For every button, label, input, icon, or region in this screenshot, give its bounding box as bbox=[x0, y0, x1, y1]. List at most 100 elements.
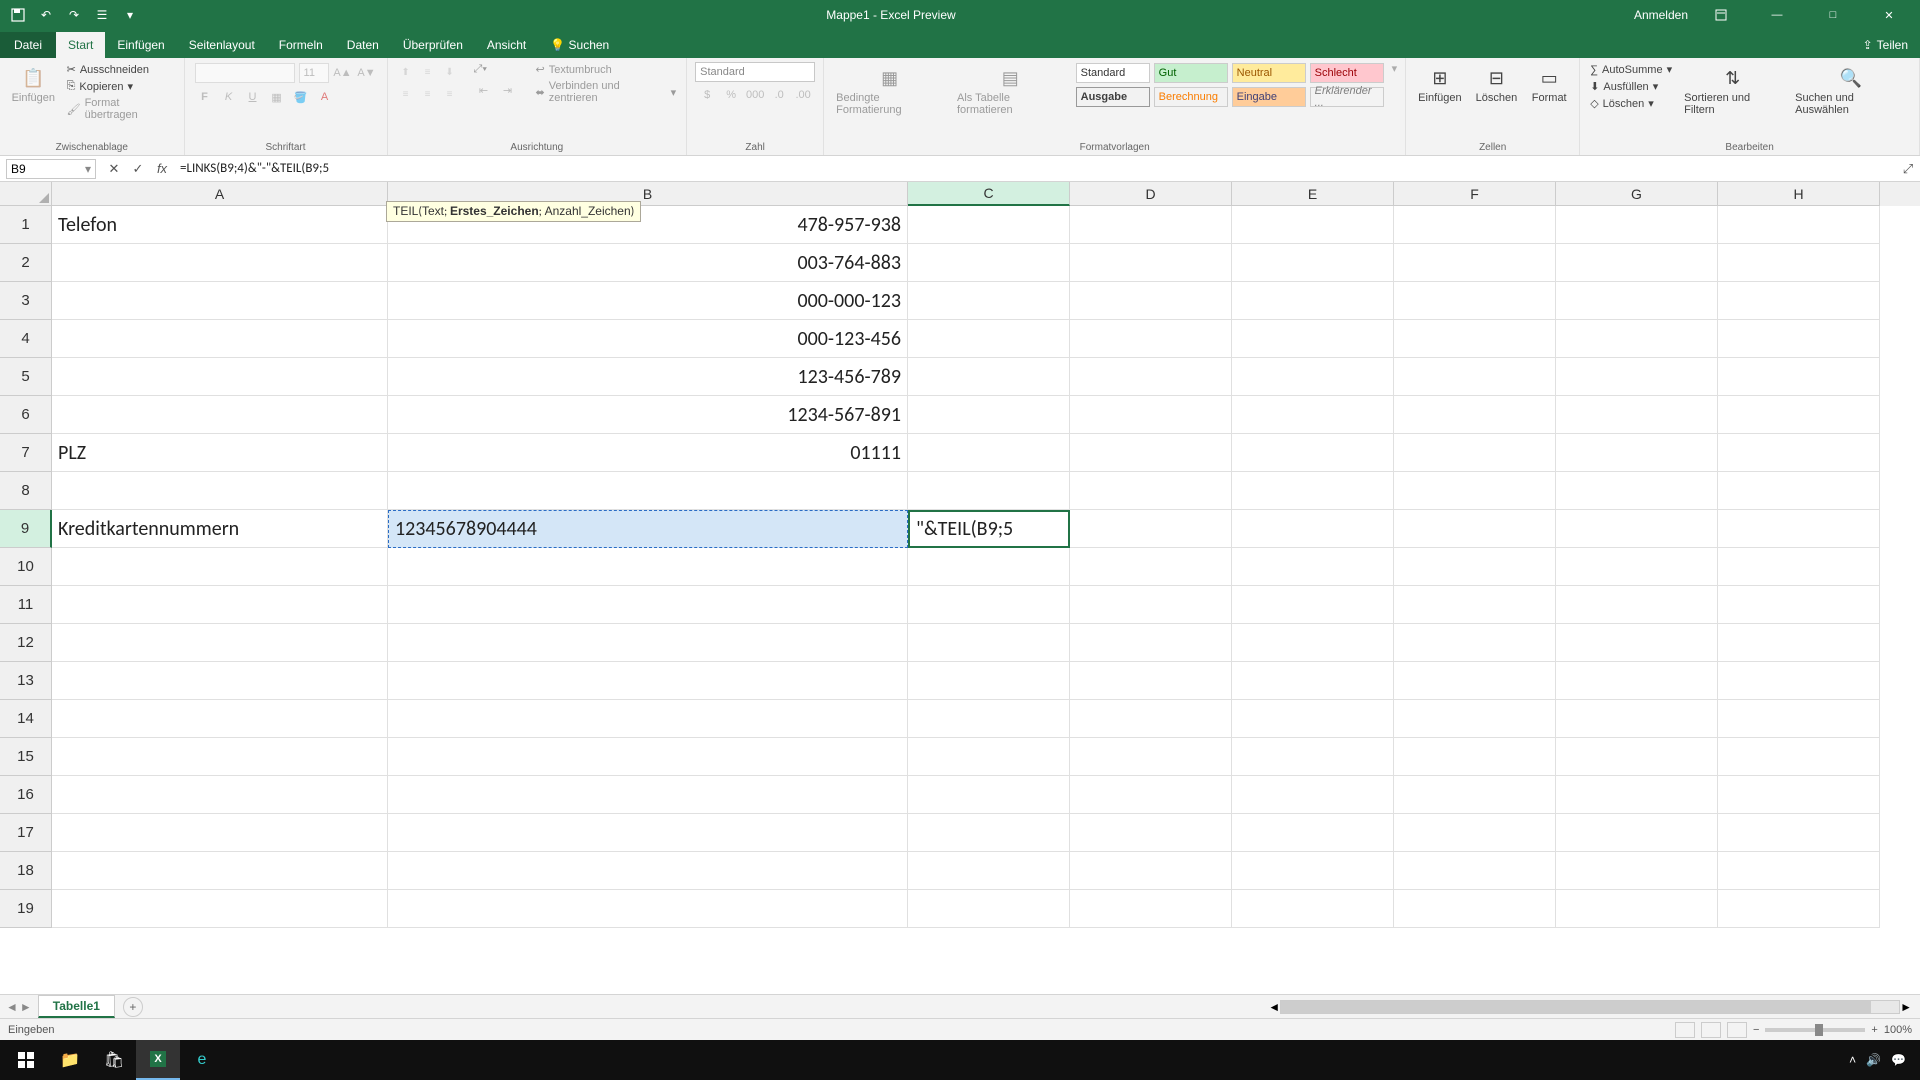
cell-D8[interactable] bbox=[1070, 472, 1232, 510]
cell-G2[interactable] bbox=[1556, 244, 1718, 282]
formula-input[interactable]: =LINKS(B9;4)&"-"&TEIL(B9;5 bbox=[174, 161, 1896, 176]
cell-C5[interactable] bbox=[908, 358, 1070, 396]
cell-G3[interactable] bbox=[1556, 282, 1718, 320]
cell-D16[interactable] bbox=[1070, 776, 1232, 814]
cell-H8[interactable] bbox=[1718, 472, 1880, 510]
cell-D3[interactable] bbox=[1070, 282, 1232, 320]
wrap-text-button[interactable]: ↩Textumbruch bbox=[534, 62, 679, 77]
cell-B17[interactable] bbox=[388, 814, 908, 852]
cell-D13[interactable] bbox=[1070, 662, 1232, 700]
fx-button[interactable]: fx bbox=[150, 157, 174, 181]
cell-F1[interactable] bbox=[1394, 206, 1556, 244]
cell-F17[interactable] bbox=[1394, 814, 1556, 852]
cell-G10[interactable] bbox=[1556, 548, 1718, 586]
cell-F5[interactable] bbox=[1394, 358, 1556, 396]
cell-C2[interactable] bbox=[908, 244, 1070, 282]
cell-C12[interactable] bbox=[908, 624, 1070, 662]
ribbon-options-icon[interactable] bbox=[1698, 0, 1744, 30]
cell-H15[interactable] bbox=[1718, 738, 1880, 776]
italic-button[interactable]: K bbox=[219, 87, 239, 107]
cancel-formula-button[interactable]: ✕ bbox=[102, 157, 126, 181]
cell-D17[interactable] bbox=[1070, 814, 1232, 852]
cell-F11[interactable] bbox=[1394, 586, 1556, 624]
tab-layout[interactable]: Seitenlayout bbox=[177, 32, 267, 58]
cell-E8[interactable] bbox=[1232, 472, 1394, 510]
sort-filter-button[interactable]: ⇅Sortieren und Filtern bbox=[1680, 62, 1785, 120]
cell-C7[interactable] bbox=[908, 434, 1070, 472]
cell-B4[interactable]: 000-123-456 bbox=[388, 320, 908, 358]
cell-G16[interactable] bbox=[1556, 776, 1718, 814]
zoom-in-button[interactable]: + bbox=[1871, 1024, 1877, 1036]
delete-cells-button[interactable]: ⊟Löschen bbox=[1472, 62, 1522, 108]
cell-E5[interactable] bbox=[1232, 358, 1394, 396]
cell-F13[interactable] bbox=[1394, 662, 1556, 700]
align-right-icon[interactable]: ≡ bbox=[440, 84, 460, 104]
thousands-icon[interactable]: 000 bbox=[745, 85, 765, 105]
cell-E6[interactable] bbox=[1232, 396, 1394, 434]
cell-B7[interactable]: 01111 bbox=[388, 434, 908, 472]
cell-B8[interactable] bbox=[388, 472, 908, 510]
cell-B6[interactable]: 1234-567-891 bbox=[388, 396, 908, 434]
name-box[interactable]: B9▾ bbox=[6, 159, 96, 179]
start-button[interactable] bbox=[4, 1040, 48, 1080]
cell-H16[interactable] bbox=[1718, 776, 1880, 814]
tab-search[interactable]: 💡 Suchen bbox=[538, 32, 621, 58]
style-erkl[interactable]: Erklärender ... bbox=[1310, 87, 1384, 107]
tab-review[interactable]: Überprüfen bbox=[391, 32, 475, 58]
font-color-button[interactable]: A bbox=[315, 87, 335, 107]
row-9[interactable]: 9 bbox=[0, 510, 52, 548]
inc-dec-icon[interactable]: .0 bbox=[769, 85, 789, 105]
cell-H7[interactable] bbox=[1718, 434, 1880, 472]
cell-A1[interactable]: Telefon bbox=[52, 206, 388, 244]
cell-H3[interactable] bbox=[1718, 282, 1880, 320]
row-7[interactable]: 7 bbox=[0, 434, 52, 472]
cell-F4[interactable] bbox=[1394, 320, 1556, 358]
style-schlecht[interactable]: Schlecht bbox=[1310, 63, 1384, 83]
row-16[interactable]: 16 bbox=[0, 776, 52, 814]
cell-E3[interactable] bbox=[1232, 282, 1394, 320]
cell-F2[interactable] bbox=[1394, 244, 1556, 282]
align-bot-icon[interactable]: ⬇ bbox=[440, 62, 460, 82]
cell-F14[interactable] bbox=[1394, 700, 1556, 738]
cell-C17[interactable] bbox=[908, 814, 1070, 852]
align-center-icon[interactable]: ≡ bbox=[418, 84, 438, 104]
cell-A4[interactable] bbox=[52, 320, 388, 358]
styles-more-icon[interactable]: ▾ bbox=[1392, 62, 1398, 75]
tab-data[interactable]: Daten bbox=[335, 32, 391, 58]
cell-B14[interactable] bbox=[388, 700, 908, 738]
expand-formula-icon[interactable]: ⤢ bbox=[1896, 157, 1920, 181]
font-shrink-icon[interactable]: A▼ bbox=[357, 63, 377, 83]
find-select-button[interactable]: 🔍Suchen und Auswählen bbox=[1791, 62, 1911, 120]
indent-dec-icon[interactable]: ⇤ bbox=[474, 80, 494, 100]
cell-E7[interactable] bbox=[1232, 434, 1394, 472]
cell-A6[interactable] bbox=[52, 396, 388, 434]
cell-E19[interactable] bbox=[1232, 890, 1394, 928]
cell-E10[interactable] bbox=[1232, 548, 1394, 586]
col-H[interactable]: H bbox=[1718, 182, 1880, 206]
cell-G19[interactable] bbox=[1556, 890, 1718, 928]
align-left-icon[interactable]: ≡ bbox=[396, 84, 416, 104]
col-D[interactable]: D bbox=[1070, 182, 1232, 206]
conditional-format-button[interactable]: ▦Bedingte Formatierung bbox=[832, 62, 947, 120]
qat-more-icon[interactable]: ▾ bbox=[120, 5, 140, 25]
insert-cells-button[interactable]: ⊞Einfügen bbox=[1414, 62, 1465, 108]
maximize-button[interactable]: □ bbox=[1810, 0, 1856, 30]
cell-G12[interactable] bbox=[1556, 624, 1718, 662]
border-button[interactable]: ▦ bbox=[267, 87, 287, 107]
cell-D6[interactable] bbox=[1070, 396, 1232, 434]
row-3[interactable]: 3 bbox=[0, 282, 52, 320]
cell-D1[interactable] bbox=[1070, 206, 1232, 244]
cell-G1[interactable] bbox=[1556, 206, 1718, 244]
save-icon[interactable] bbox=[8, 5, 28, 25]
tab-file[interactable]: Datei bbox=[0, 32, 56, 58]
merge-button[interactable]: ⬌Verbinden und zentrieren▾ bbox=[534, 79, 679, 105]
fill-button[interactable]: ⬇Ausfüllen▾ bbox=[1588, 79, 1674, 94]
autosum-button[interactable]: ∑AutoSumme▾ bbox=[1588, 62, 1674, 77]
close-button[interactable]: ✕ bbox=[1866, 0, 1912, 30]
align-top-icon[interactable]: ⬆ bbox=[396, 62, 416, 82]
number-format-select[interactable]: Standard bbox=[695, 62, 815, 82]
style-standard[interactable]: Standard bbox=[1076, 63, 1150, 83]
cell-D11[interactable] bbox=[1070, 586, 1232, 624]
cell-C16[interactable] bbox=[908, 776, 1070, 814]
tab-formulas[interactable]: Formeln bbox=[267, 32, 335, 58]
